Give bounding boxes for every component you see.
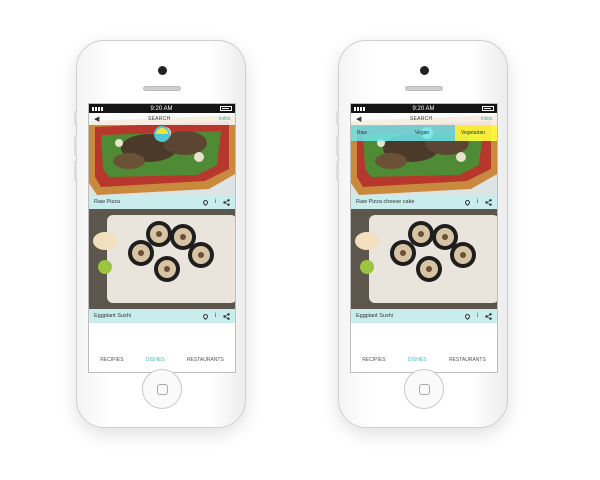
dish-card-sushi[interactable] — [89, 209, 235, 309]
tab-restaurants[interactable]: RESTAURANTS — [449, 357, 486, 363]
filter-bar: Raw Vegan Vegetarian — [351, 125, 497, 141]
filter-vegetarian[interactable]: Vegetarian — [455, 125, 497, 141]
user-link[interactable]: indra — [481, 116, 492, 122]
battery-icon — [219, 106, 232, 111]
tab-restaurants[interactable]: RESTAURANTS — [187, 357, 224, 363]
filter-raw[interactable]: Raw — [351, 125, 409, 141]
phone-left: 9:20 AM ◀ SEARCH indra Raw Pizza i Eggpl… — [74, 40, 246, 428]
signal-icon — [92, 106, 103, 111]
tab-dishes[interactable]: DISHES — [408, 357, 427, 363]
dish-card-sushi[interactable] — [351, 209, 497, 309]
phone-right: 9:20 AM ◀ SEARCH indra Raw Vegan Vegetar… — [336, 40, 508, 428]
signal-icon — [354, 106, 365, 111]
speaker-grille — [143, 86, 181, 91]
location-pin-icon[interactable] — [463, 198, 471, 206]
status-time: 9:20 AM — [150, 105, 173, 112]
back-arrow-icon[interactable]: ◀ — [356, 115, 361, 123]
tab-recipies[interactable]: RECIPIES — [362, 357, 385, 363]
sushi-image — [89, 209, 235, 309]
status-time: 9:20 AM — [412, 105, 435, 112]
location-pin-icon[interactable] — [463, 312, 471, 320]
back-arrow-icon[interactable]: ◀ — [94, 115, 99, 123]
info-icon[interactable]: i — [215, 199, 216, 205]
filter-vegan[interactable]: Vegan — [409, 125, 455, 141]
nav-bar: ◀ SEARCH indra — [351, 113, 497, 125]
dish-info-bar: Raw Pizza cheese cake i — [351, 195, 497, 209]
home-button[interactable] — [404, 369, 444, 409]
info-icon[interactable]: i — [215, 313, 216, 319]
dish-name: Raw Pizza cheese cake — [356, 199, 415, 205]
screen: 9:20 AM ◀ SEARCH — [350, 103, 498, 373]
share-icon[interactable] — [485, 312, 492, 320]
share-icon[interactable] — [223, 198, 230, 206]
volume-down-button — [336, 161, 339, 181]
nav-bar: ◀ SEARCH indra — [89, 113, 235, 125]
info-icon[interactable]: i — [477, 199, 478, 205]
mute-switch — [336, 111, 339, 125]
dish-name: Eggplant Sushi — [356, 313, 393, 319]
page-title: SEARCH — [409, 116, 433, 122]
user-link[interactable]: indra — [219, 116, 230, 122]
dish-name: Raw Pizza — [94, 199, 120, 205]
logo-icon — [154, 126, 170, 142]
page-title: SEARCH — [147, 116, 171, 122]
camera-icon — [158, 66, 167, 75]
info-icon[interactable]: i — [477, 313, 478, 319]
screen: 9:20 AM ◀ SEARCH — [88, 103, 236, 373]
status-bar: 9:20 AM — [89, 104, 235, 113]
dish-info-bar: Raw Pizza i — [89, 195, 235, 209]
location-pin-icon[interactable] — [201, 198, 209, 206]
dish-name: Eggplant Sushi — [94, 313, 131, 319]
share-icon[interactable] — [485, 198, 492, 206]
stage: 9:20 AM ◀ SEARCH indra Raw Pizza i Eggpl… — [0, 0, 600, 480]
volume-up-button — [336, 136, 339, 156]
volume-down-button — [74, 161, 77, 181]
dish-card-pizza[interactable]: ◀ SEARCH indra — [89, 113, 235, 195]
home-button[interactable] — [142, 369, 182, 409]
share-icon[interactable] — [223, 312, 230, 320]
speaker-grille — [405, 86, 443, 91]
status-bar: 9:20 AM — [351, 104, 497, 113]
battery-icon — [481, 106, 494, 111]
location-pin-icon[interactable] — [201, 312, 209, 320]
tab-dishes[interactable]: DISHES — [146, 357, 165, 363]
camera-icon — [420, 66, 429, 75]
sushi-image — [351, 209, 497, 309]
volume-up-button — [74, 136, 77, 156]
tab-recipies[interactable]: RECIPIES — [100, 357, 123, 363]
dish-info-bar: Eggplant Sushi i — [89, 309, 235, 323]
dish-info-bar: Eggplant Sushi i — [351, 309, 497, 323]
mute-switch — [74, 111, 77, 125]
